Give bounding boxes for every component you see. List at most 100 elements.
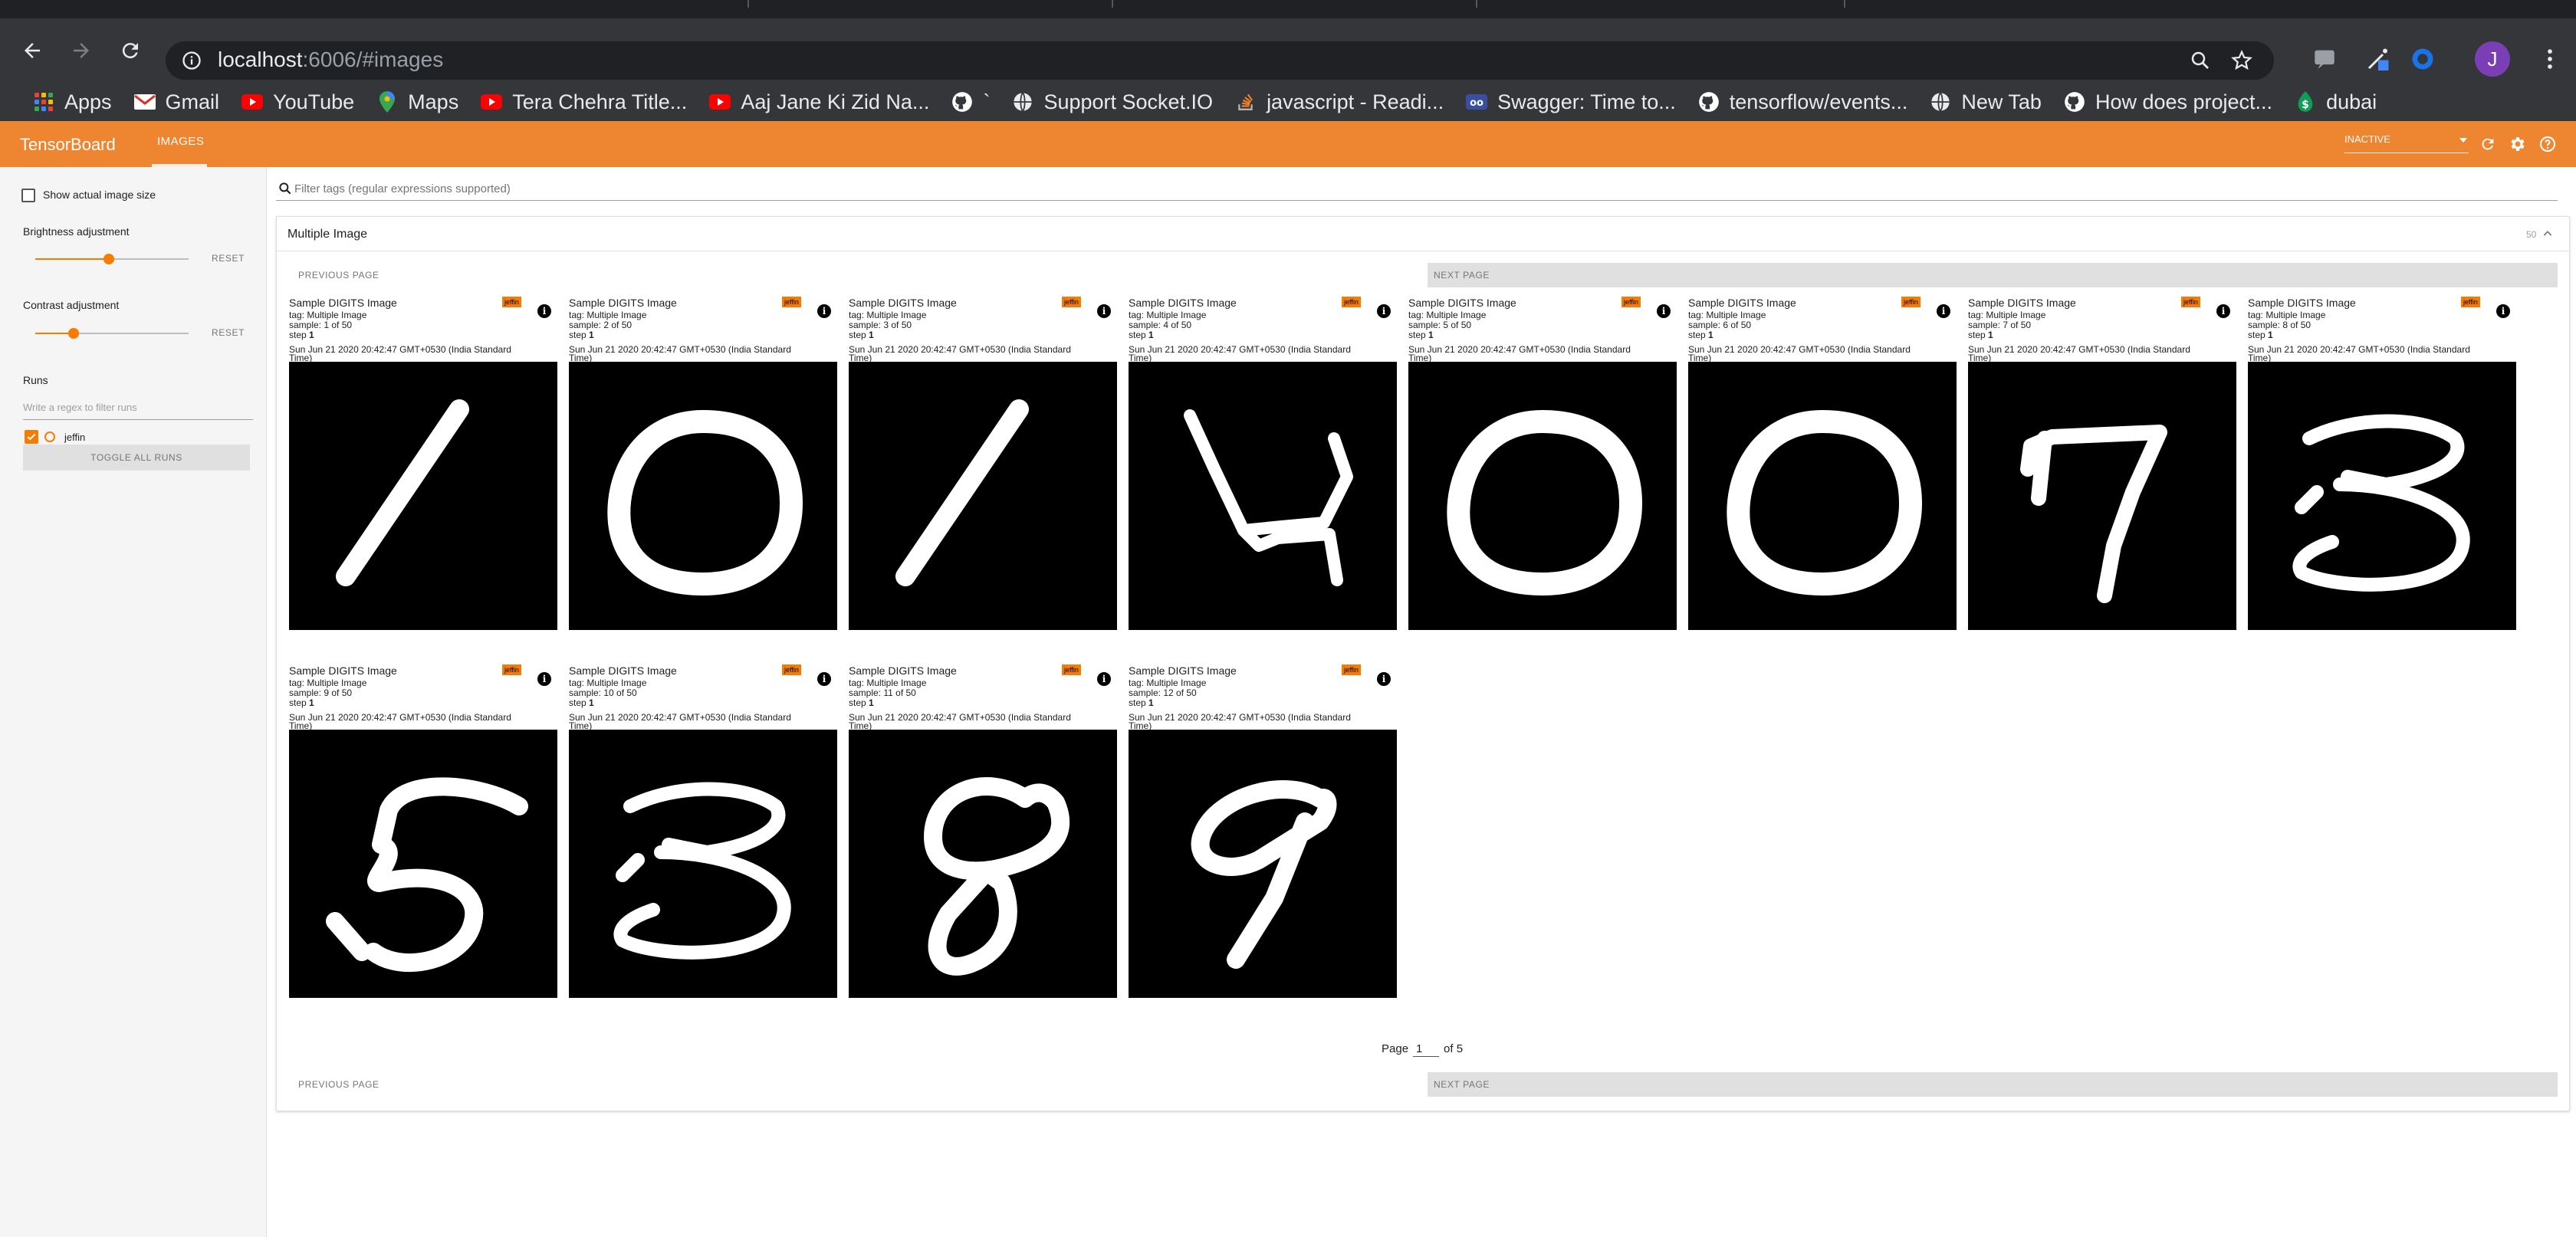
- card-title: Multiple Image: [288, 228, 368, 241]
- digit-image[interactable]: [1688, 362, 1957, 630]
- bookmark-item[interactable]: javascript - Readi...: [1224, 83, 1454, 121]
- bookmark-item[interactable]: Apps: [21, 83, 123, 121]
- next-page-button[interactable]: NEXT PAGE: [1428, 263, 2558, 287]
- bookmark-label: New Tab: [1961, 90, 2042, 113]
- bookmark-label: `: [983, 90, 991, 113]
- tile-step: step 1: [569, 330, 594, 340]
- tile-step-value: 1: [1148, 697, 1154, 708]
- reload-icon: [122, 43, 138, 59]
- page-number-input[interactable]: 1: [1413, 1040, 1440, 1057]
- tile-step-label: step: [2248, 330, 2266, 340]
- tile-step: step 1: [1408, 330, 1434, 340]
- digit-image[interactable]: [2248, 362, 2516, 630]
- tile-step-label: step: [1688, 330, 1706, 340]
- tile-sample: sample: 8 of 50: [2248, 320, 2312, 330]
- info-icon[interactable]: i: [1377, 304, 1391, 318]
- tile-title: Sample DIGITS Image: [289, 297, 397, 309]
- tile-step-value: 1: [1428, 330, 1434, 340]
- profile-avatar[interactable]: J: [2475, 41, 2510, 77]
- tile-tag: tag: Multiple Image: [2248, 310, 2326, 320]
- info-icon[interactable]: i: [817, 672, 831, 686]
- info-icon[interactable]: i: [1657, 304, 1671, 318]
- bookmark-item[interactable]: Support Socket.IO: [1001, 83, 1224, 121]
- svg-text:$: $: [2302, 99, 2309, 111]
- tile-timestamp: Sun Jun 21 2020 20:42:47 GMT+0530 (India…: [1968, 344, 2190, 355]
- bookmark-label: How does project...: [2095, 90, 2273, 113]
- previous-page-button[interactable]: PREVIOUS PAGE: [298, 263, 380, 287]
- bookmark-star-icon[interactable]: [2228, 47, 2256, 74]
- site-info-icon[interactable]: [178, 47, 205, 74]
- search-icon: [279, 182, 291, 195]
- bookmark-item[interactable]: How does project...: [2052, 83, 2283, 121]
- bookmark-item[interactable]: $ dubai: [2283, 83, 2387, 121]
- extension-picker-icon[interactable]: [2363, 44, 2394, 74]
- inactive-plugins-dropdown[interactable]: INACTIVE: [2344, 133, 2469, 153]
- runs-filter-input[interactable]: Write a regex to filter runs: [23, 397, 253, 420]
- tile-title: Sample DIGITS Image: [289, 664, 397, 677]
- digit-image[interactable]: [849, 362, 1117, 630]
- help-button[interactable]: [2536, 133, 2559, 156]
- info-icon[interactable]: i: [537, 672, 551, 686]
- forward-button[interactable]: [64, 34, 98, 67]
- brightness-slider[interactable]: [35, 254, 189, 264]
- reload-data-button[interactable]: [2476, 133, 2499, 156]
- bookmark-item[interactable]: oo Swagger: Time to...: [1454, 83, 1687, 121]
- next-page-button-bottom[interactable]: NEXT PAGE: [1428, 1072, 2558, 1097]
- tab-images[interactable]: IMAGES: [157, 135, 204, 148]
- brightness-reset-button[interactable]: RESET: [212, 253, 245, 264]
- contrast-slider[interactable]: [35, 328, 189, 339]
- bookmark-item[interactable]: tensorflow/events...: [1687, 83, 1919, 121]
- bookmark-item[interactable]: New Tab: [1918, 83, 2052, 121]
- digit-image[interactable]: [569, 362, 837, 630]
- contrast-slider-thumb[interactable]: [68, 328, 79, 339]
- tile-step: step 1: [1129, 697, 1154, 708]
- contrast-reset-button[interactable]: RESET: [212, 327, 245, 338]
- settings-button[interactable]: [2505, 133, 2528, 156]
- info-icon[interactable]: i: [1097, 304, 1111, 318]
- bookmark-item[interactable]: `: [940, 83, 1001, 121]
- url-host: localhost: [218, 48, 303, 71]
- info-icon[interactable]: i: [1097, 672, 1111, 686]
- zoom-icon[interactable]: [2187, 47, 2214, 74]
- digit-image[interactable]: [1968, 362, 2236, 630]
- digit-image[interactable]: [849, 730, 1117, 998]
- digit-image[interactable]: [1129, 362, 1397, 630]
- tile-title: Sample DIGITS Image: [2248, 297, 2356, 309]
- tile-timestamp: Sun Jun 21 2020 20:42:47 GMT+0530 (India…: [569, 344, 791, 355]
- previous-page-button-bottom[interactable]: PREVIOUS PAGE: [298, 1072, 380, 1097]
- digit-image[interactable]: [1408, 362, 1677, 630]
- run-badge: jeffin: [1342, 297, 1361, 307]
- extension-chat-icon[interactable]: [2309, 44, 2340, 74]
- digit-image[interactable]: [289, 730, 557, 998]
- info-icon[interactable]: i: [1937, 304, 1950, 318]
- bookmark-item[interactable]: Maps: [365, 83, 469, 121]
- youtube-icon: [708, 90, 731, 113]
- info-icon[interactable]: i: [2216, 304, 2230, 318]
- bookmark-item[interactable]: Tera Chehra Title...: [469, 83, 698, 121]
- chevron-up-icon[interactable]: [2542, 228, 2554, 240]
- run-checkbox[interactable]: [25, 430, 38, 444]
- bookmark-item[interactable]: Aaj Jane Ki Zid Na...: [698, 83, 940, 121]
- tag-filter-input[interactable]: Filter tags (regular expressions support…: [276, 178, 2558, 201]
- brightness-slider-thumb[interactable]: [104, 254, 114, 264]
- digit-image[interactable]: [569, 730, 837, 998]
- bookmark-item[interactable]: YouTube: [230, 83, 365, 121]
- show-actual-size-checkbox[interactable]: [21, 189, 35, 202]
- digit-image[interactable]: [289, 362, 557, 630]
- info-icon[interactable]: i: [1377, 672, 1391, 686]
- bookmark-item[interactable]: Gmail: [123, 83, 231, 121]
- youtube-icon: [241, 90, 264, 113]
- info-icon[interactable]: i: [537, 304, 551, 318]
- back-button[interactable]: [15, 34, 49, 67]
- address-bar[interactable]: localhost:6006/#images: [166, 41, 2274, 80]
- info-icon[interactable]: i: [817, 304, 831, 318]
- digit-image[interactable]: [1129, 730, 1397, 998]
- tile-tag: tag: Multiple Image: [569, 678, 647, 688]
- digit-image-graphic: [1408, 362, 1677, 630]
- info-icon[interactable]: i: [2496, 304, 2510, 318]
- app-title[interactable]: TensorBoard: [20, 135, 116, 155]
- toggle-all-runs-button[interactable]: TOGGLE ALL RUNS: [23, 445, 250, 471]
- extension-circle-icon[interactable]: [2407, 44, 2438, 74]
- browser-menu-icon[interactable]: [2535, 44, 2565, 74]
- reload-button[interactable]: [113, 34, 147, 67]
